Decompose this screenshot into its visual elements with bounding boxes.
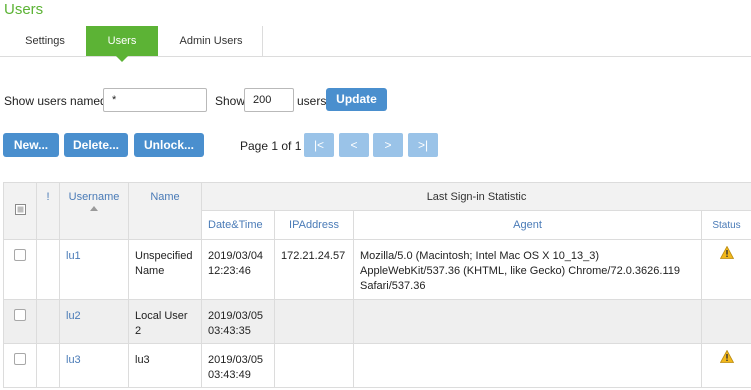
tab-divider xyxy=(262,26,263,56)
name-filter-label: Show users named: xyxy=(4,94,111,108)
sort-ascending-icon xyxy=(90,206,98,211)
datetime-header[interactable]: Date&Time xyxy=(201,210,275,240)
agent-cell xyxy=(353,343,702,388)
active-tab-indicator xyxy=(116,56,128,62)
unlock-button[interactable]: Unlock... xyxy=(134,133,204,157)
status-cell xyxy=(700,239,751,300)
username-link[interactable]: lu3 xyxy=(66,354,81,366)
ip-cell: 172.21.24.57 xyxy=(274,239,354,300)
username-header-label[interactable]: Username xyxy=(69,191,120,203)
flag-header: ! xyxy=(36,182,60,240)
datetime-cell: 2019/03/04 12:23:46 xyxy=(201,239,275,300)
table-row[interactable]: lu3 lu3 2019/03/05 03:43:49 xyxy=(3,343,751,388)
row-checkbox[interactable] xyxy=(14,309,26,321)
datetime-cell: 2019/03/05 03:43:49 xyxy=(201,343,275,388)
new-button[interactable]: New... xyxy=(3,133,59,157)
time-text: 03:43:49 xyxy=(208,369,251,381)
tab-settings[interactable]: Settings xyxy=(5,26,85,56)
time-text: 03:43:35 xyxy=(208,325,251,337)
name-cell: Local User 2 xyxy=(128,299,202,344)
date-text: 2019/03/04 xyxy=(208,250,264,262)
status-cell xyxy=(700,343,751,388)
status-header[interactable]: Status xyxy=(700,210,751,240)
select-all-icon[interactable] xyxy=(14,204,26,215)
tab-bar: Settings Users Admin Users xyxy=(0,26,751,57)
show-label: Show xyxy=(215,94,246,108)
datetime-cell: 2019/03/05 03:43:35 xyxy=(201,299,275,344)
table-row[interactable]: lu1 Unspecified Name 2019/03/04 12:23:46… xyxy=(3,239,751,300)
date-text: 2019/03/05 xyxy=(208,354,264,366)
last-page-button[interactable]: >| xyxy=(408,133,438,157)
users-label: users xyxy=(297,94,327,108)
update-button[interactable]: Update xyxy=(326,88,387,111)
users-table: ! Username Name Last Sign-in Statistic D… xyxy=(3,182,751,388)
page-indicator: Page 1 of 1 xyxy=(240,139,302,153)
delete-button[interactable]: Delete... xyxy=(64,133,128,157)
page-title: Users xyxy=(4,1,44,18)
name-cell: Unspecified Name xyxy=(128,239,202,300)
status-cell xyxy=(700,299,751,344)
warning-icon xyxy=(719,246,734,259)
name-filter-input[interactable] xyxy=(103,88,207,112)
username-link[interactable]: lu2 xyxy=(66,310,81,322)
agent-cell: Mozilla/5.0 (Macintosh; Intel Mac OS X 1… xyxy=(353,239,702,300)
ip-header[interactable]: IPAddress xyxy=(274,210,354,240)
first-page-button[interactable]: |< xyxy=(304,133,334,157)
next-page-button[interactable]: > xyxy=(373,133,403,157)
ip-cell xyxy=(274,299,354,344)
select-all-header[interactable] xyxy=(3,182,37,240)
username-link[interactable]: lu1 xyxy=(66,250,81,262)
tab-users[interactable]: Users xyxy=(86,26,158,56)
agent-cell xyxy=(353,299,702,344)
flag-cell xyxy=(36,343,60,388)
ip-cell xyxy=(274,343,354,388)
agent-header[interactable]: Agent xyxy=(353,210,702,240)
name-cell: lu3 xyxy=(128,343,202,388)
last-signin-group-header: Last Sign-in Statistic xyxy=(200,182,751,211)
count-input[interactable] xyxy=(244,88,294,112)
tab-admin-users[interactable]: Admin Users xyxy=(160,26,262,56)
row-checkbox[interactable] xyxy=(14,249,26,261)
date-text: 2019/03/05 xyxy=(208,310,264,322)
prev-page-button[interactable]: < xyxy=(339,133,369,157)
warning-icon xyxy=(719,350,734,363)
table-row[interactable]: lu2 Local User 2 2019/03/05 03:43:35 xyxy=(3,299,751,344)
name-header[interactable]: Name xyxy=(128,182,202,240)
row-checkbox[interactable] xyxy=(14,353,26,365)
time-text: 12:23:46 xyxy=(208,265,251,277)
flag-cell xyxy=(36,299,60,344)
username-header[interactable]: Username xyxy=(59,182,129,240)
flag-cell xyxy=(36,239,60,300)
